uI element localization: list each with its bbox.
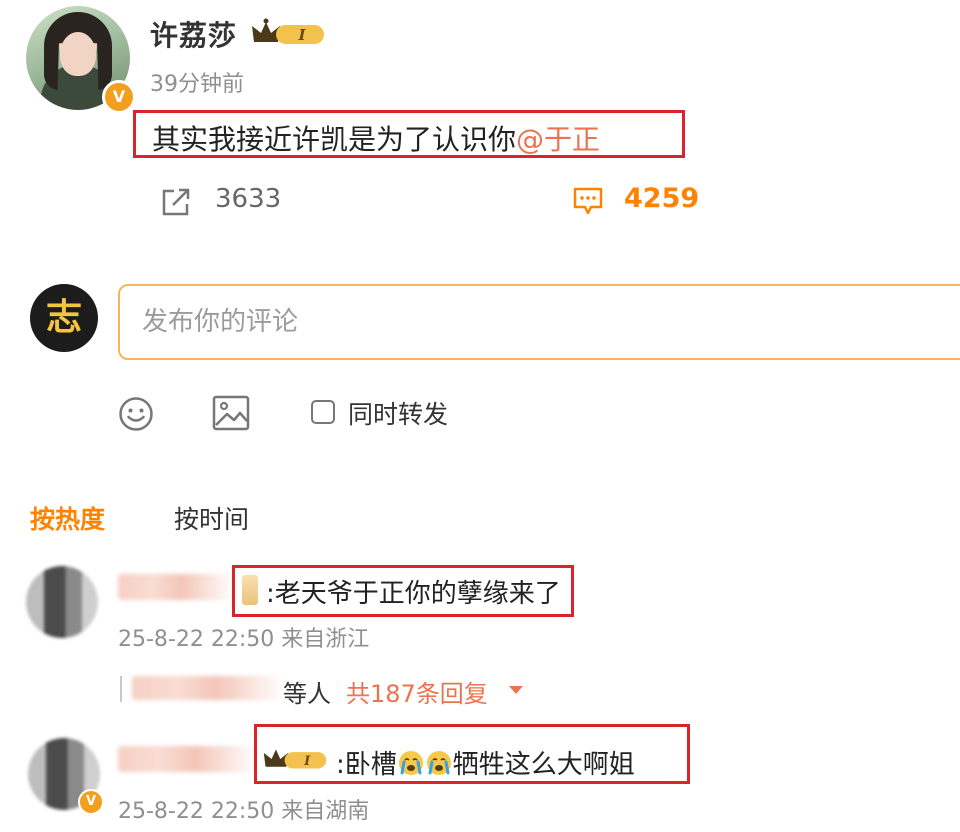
member-level-text: I [297, 26, 306, 44]
repost-checkbox-label[interactable]: 同时转发 [348, 395, 448, 431]
post-text: 其实我接近许凯是为了认识你 [152, 123, 517, 156]
member-crown-badge-icon: I [263, 749, 327, 769]
weibo-post-page: V 许荔莎 I 39分钟前 其实我接近许凯是为了认识你@于正 3633 4259… [0, 0, 960, 832]
chevron-down-icon[interactable] [509, 686, 523, 694]
replier-names-blurred[interactable] [132, 676, 284, 700]
comment-location: 来自浙江 [281, 627, 370, 652]
comment-time: 25-8-22 22:50 来自湖南 [118, 793, 369, 825]
view-replies-link[interactable]: 共187条回复 [346, 674, 488, 709]
comment-timestamp: 25-8-22 22:50 [118, 627, 275, 652]
member-level-text: I [303, 754, 311, 769]
mention-link[interactable]: @于正 [516, 123, 600, 156]
post-content: 其实我接近许凯是为了认识你@于正 [152, 118, 600, 158]
crying-face-icon [398, 751, 423, 775]
comment-text: :卧槽 牺牲这么大啊姐 [336, 744, 635, 781]
image-icon[interactable] [212, 395, 250, 431]
reply-users-suffix: 等人 [283, 680, 331, 708]
commenter-avatar[interactable] [26, 566, 98, 638]
comment-text-end: 牺牲这么大啊姐 [452, 750, 635, 780]
commenter-name-blurred[interactable] [118, 746, 258, 772]
comment-icon[interactable] [572, 186, 604, 216]
crying-face-icon [426, 751, 451, 775]
verified-badge-icon: V [78, 789, 104, 815]
comment-location: 来自湖南 [281, 799, 370, 824]
repost-checkbox[interactable] [311, 400, 335, 424]
comment-timestamp: 25-8-22 22:50 [118, 799, 275, 824]
comment-text: :老天爷于正你的孽缘来了 [266, 579, 561, 609]
repost-icon[interactable] [160, 186, 192, 218]
member-crown-badge-icon: I [252, 18, 324, 44]
emoji-icon[interactable] [118, 396, 154, 432]
tab-sort-by-time[interactable]: 按时间 [174, 500, 249, 536]
verified-badge-icon: V [102, 80, 136, 114]
commenter-name-blurred[interactable] [118, 574, 234, 600]
author-name[interactable]: 许荔莎 [150, 14, 237, 54]
fan-badge-icon [242, 575, 258, 605]
current-user-avatar[interactable]: 志 [30, 284, 98, 352]
comment-text-start: :卧槽 [336, 750, 397, 780]
comment-time: 25-8-22 22:50 来自浙江 [118, 621, 369, 653]
comment-count[interactable]: 4259 [624, 183, 699, 214]
repost-count[interactable]: 3633 [215, 184, 281, 214]
post-time: 39分钟前 [150, 72, 244, 97]
reply-divider [120, 676, 122, 702]
tab-sort-by-hot[interactable]: 按热度 [30, 500, 105, 536]
comment-input[interactable] [118, 284, 960, 360]
